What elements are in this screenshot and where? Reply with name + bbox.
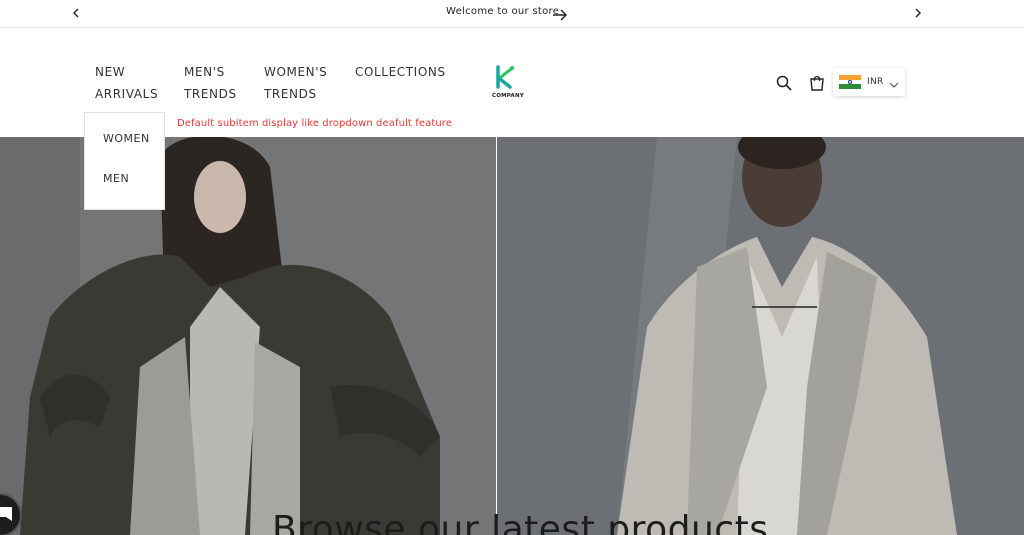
nav-item-womens-trends[interactable]: WOMEN'S TRENDS [264, 61, 327, 105]
nav-item-label: COLLECTIONS [355, 65, 446, 79]
announcement-bar: Welcome to our store [0, 0, 1024, 28]
chat-widget-button[interactable] [0, 493, 22, 535]
hero-image-women [0, 137, 496, 535]
nav-item-label: TRENDS [264, 87, 317, 101]
chevron-left-icon[interactable] [68, 5, 84, 21]
announcement-text[interactable]: Welcome to our store [446, 6, 559, 17]
annotation-note: Default subitem display like dropdown de… [177, 118, 453, 129]
k-logo-icon [496, 65, 514, 89]
nav-item-label: WOMEN'S [264, 65, 328, 79]
chevron-right-icon[interactable] [910, 5, 926, 21]
dropdown-item-men[interactable]: MEN [103, 172, 129, 185]
nav-item-mens-trends[interactable]: MEN'S TRENDS [184, 61, 237, 105]
nav-item-collections[interactable]: COLLECTIONS [355, 61, 446, 83]
chevron-down-icon [889, 73, 899, 92]
nav-item-label: NEW [95, 65, 126, 79]
hero-title: Browse our latest products [272, 509, 769, 535]
chat-icon [0, 507, 12, 521]
nav-item-label: MEN'S [184, 65, 225, 79]
india-flag-icon [839, 75, 861, 90]
search-icon[interactable] [775, 74, 793, 92]
cart-icon[interactable] [808, 74, 826, 92]
arrow-right-icon[interactable] [552, 7, 568, 26]
nav-item-new-arrivals[interactable]: NEW ARRIVALS [95, 61, 158, 105]
dropdown-item-women[interactable]: WOMEN [103, 132, 150, 145]
currency-code: INR [867, 77, 884, 87]
nav-item-label: ARRIVALS [95, 87, 159, 101]
logo-wordmark: COMPANY [492, 93, 524, 99]
new-arrivals-dropdown: WOMEN MEN [84, 112, 165, 210]
company-logo[interactable]: COMPANY [492, 65, 532, 103]
currency-selector[interactable]: INR [833, 68, 905, 96]
hero-image-men [497, 137, 1024, 535]
nav-item-label: TRENDS [184, 87, 237, 101]
